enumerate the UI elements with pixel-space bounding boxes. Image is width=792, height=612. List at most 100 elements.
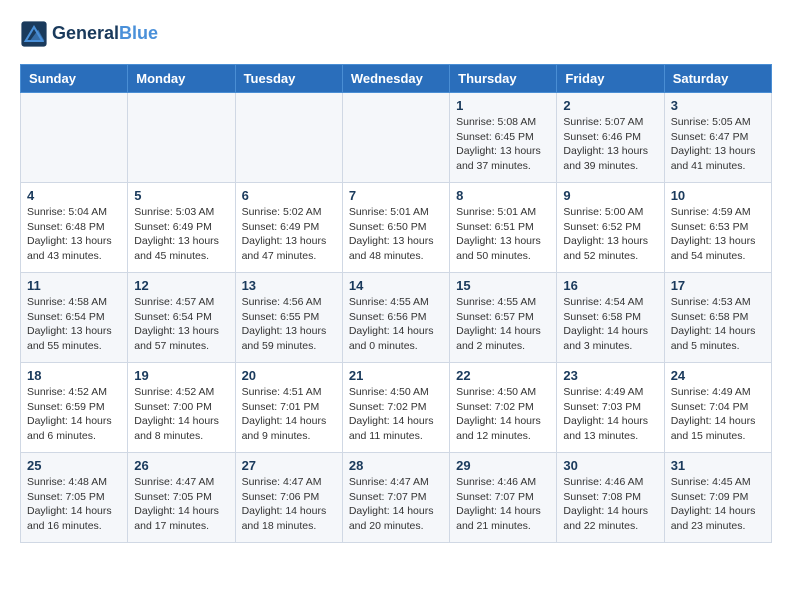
day-number: 26 — [134, 458, 228, 473]
day-of-week-header: Saturday — [664, 65, 771, 93]
calendar-day-cell: 12 Sunrise: 4:57 AM Sunset: 6:54 PM Dayli… — [128, 273, 235, 363]
calendar-day-cell: 9 Sunrise: 5:00 AM Sunset: 6:52 PM Daylig… — [557, 183, 664, 273]
day-of-week-header: Monday — [128, 65, 235, 93]
day-info: Sunrise: 5:00 AM Sunset: 6:52 PM Dayligh… — [563, 205, 657, 264]
calendar-day-cell: 13Sunrise: 4:56 AM Sunset: 6:55 PM Dayli… — [235, 273, 342, 363]
day-info: Sunrise: 5:08 AM Sunset: 6:45 PM Dayligh… — [456, 115, 550, 174]
day-info: Sunrise: 5:07 AM Sunset: 6:46 PM Dayligh… — [563, 115, 657, 174]
calendar-day-cell: 21 Sunrise: 4:50 AM Sunset: 7:02 PM Dayli… — [342, 363, 449, 453]
day-number: 14 — [349, 278, 443, 293]
day-of-week-header: Tuesday — [235, 65, 342, 93]
day-info: Sunrise: 5:05 AM Sunset: 6:47 PM Dayligh… — [671, 115, 765, 174]
day-number: 9 — [563, 188, 657, 203]
day-number: 19 — [134, 368, 228, 383]
day-number: 5 — [134, 188, 228, 203]
calendar-week-row: 11 Sunrise: 4:58 AM Sunset: 6:54 PM Dayli… — [21, 273, 772, 363]
day-number: 15 — [456, 278, 550, 293]
day-info: Sunrise: 4:46 AM Sunset: 7:08 PM Dayligh… — [563, 475, 657, 534]
day-info: Sunrise: 4:57 AM Sunset: 6:54 PM Dayligh… — [134, 295, 228, 354]
calendar-day-cell: 1 Sunrise: 5:08 AM Sunset: 6:45 PM Daylig… — [450, 93, 557, 183]
day-number: 10 — [671, 188, 765, 203]
day-info: Sunrise: 5:04 AM Sunset: 6:48 PM Dayligh… — [27, 205, 121, 264]
day-info: Sunrise: 4:47 AM Sunset: 7:06 PM Dayligh… — [242, 475, 336, 534]
day-number: 24 — [671, 368, 765, 383]
day-number: 29 — [456, 458, 550, 473]
day-of-week-header: Sunday — [21, 65, 128, 93]
calendar-day-cell: 2Sunrise: 5:07 AM Sunset: 6:46 PM Daylig… — [557, 93, 664, 183]
calendar-day-cell: 5 Sunrise: 5:03 AM Sunset: 6:49 PM Daylig… — [128, 183, 235, 273]
calendar-week-row: 1 Sunrise: 5:08 AM Sunset: 6:45 PM Daylig… — [21, 93, 772, 183]
day-info: Sunrise: 5:01 AM Sunset: 6:51 PM Dayligh… — [456, 205, 550, 264]
day-number: 21 — [349, 368, 443, 383]
day-number: 16 — [563, 278, 657, 293]
calendar-day-cell: 28 Sunrise: 4:47 AM Sunset: 7:07 PM Dayli… — [342, 453, 449, 543]
calendar-day-cell: 14Sunrise: 4:55 AM Sunset: 6:56 PM Dayli… — [342, 273, 449, 363]
day-of-week-header: Wednesday — [342, 65, 449, 93]
day-info: Sunrise: 4:47 AM Sunset: 7:07 PM Dayligh… — [349, 475, 443, 534]
day-number: 4 — [27, 188, 121, 203]
day-of-week-header: Thursday — [450, 65, 557, 93]
day-number: 27 — [242, 458, 336, 473]
day-info: Sunrise: 4:59 AM Sunset: 6:53 PM Dayligh… — [671, 205, 765, 264]
day-number: 20 — [242, 368, 336, 383]
day-info: Sunrise: 4:45 AM Sunset: 7:09 PM Dayligh… — [671, 475, 765, 534]
calendar-week-row: 25 Sunrise: 4:48 AM Sunset: 7:05 PM Dayli… — [21, 453, 772, 543]
day-info: Sunrise: 4:52 AM Sunset: 6:59 PM Dayligh… — [27, 385, 121, 444]
calendar-day-cell: 15 Sunrise: 4:55 AM Sunset: 6:57 PM Dayli… — [450, 273, 557, 363]
calendar-day-cell — [128, 93, 235, 183]
calendar-day-cell: 4 Sunrise: 5:04 AM Sunset: 6:48 PM Daylig… — [21, 183, 128, 273]
logo: GeneralBlue — [20, 20, 158, 48]
calendar-day-cell — [21, 93, 128, 183]
day-number: 30 — [563, 458, 657, 473]
calendar-day-cell: 22Sunrise: 4:50 AM Sunset: 7:02 PM Dayli… — [450, 363, 557, 453]
day-number: 31 — [671, 458, 765, 473]
calendar-day-cell: 27 Sunrise: 4:47 AM Sunset: 7:06 PM Dayli… — [235, 453, 342, 543]
day-number: 18 — [27, 368, 121, 383]
calendar-day-cell: 19 Sunrise: 4:52 AM Sunset: 7:00 PM Dayli… — [128, 363, 235, 453]
calendar-day-cell: 30 Sunrise: 4:46 AM Sunset: 7:08 PM Dayli… — [557, 453, 664, 543]
calendar-body: 1 Sunrise: 5:08 AM Sunset: 6:45 PM Daylig… — [21, 93, 772, 543]
day-info: Sunrise: 4:50 AM Sunset: 7:02 PM Dayligh… — [349, 385, 443, 444]
calendar-week-row: 4 Sunrise: 5:04 AM Sunset: 6:48 PM Daylig… — [21, 183, 772, 273]
calendar-day-cell: 8 Sunrise: 5:01 AM Sunset: 6:51 PM Daylig… — [450, 183, 557, 273]
day-info: Sunrise: 4:54 AM Sunset: 6:58 PM Dayligh… — [563, 295, 657, 354]
calendar-day-cell: 29 Sunrise: 4:46 AM Sunset: 7:07 PM Dayli… — [450, 453, 557, 543]
day-number: 11 — [27, 278, 121, 293]
day-number: 1 — [456, 98, 550, 113]
header-row: SundayMondayTuesdayWednesdayThursdayFrid… — [21, 65, 772, 93]
calendar-day-cell: 25 Sunrise: 4:48 AM Sunset: 7:05 PM Dayli… — [21, 453, 128, 543]
calendar-day-cell: 24 Sunrise: 4:49 AM Sunset: 7:04 PM Dayli… — [664, 363, 771, 453]
calendar-header: SundayMondayTuesdayWednesdayThursdayFrid… — [21, 65, 772, 93]
calendar-day-cell: 31 Sunrise: 4:45 AM Sunset: 7:09 PM Dayli… — [664, 453, 771, 543]
calendar-day-cell: 18 Sunrise: 4:52 AM Sunset: 6:59 PM Dayli… — [21, 363, 128, 453]
day-number: 13 — [242, 278, 336, 293]
page-header: GeneralBlue — [20, 20, 772, 48]
day-number: 22 — [456, 368, 550, 383]
day-info: Sunrise: 4:49 AM Sunset: 7:04 PM Dayligh… — [671, 385, 765, 444]
day-number: 23 — [563, 368, 657, 383]
day-info: Sunrise: 4:58 AM Sunset: 6:54 PM Dayligh… — [27, 295, 121, 354]
calendar-day-cell: 7Sunrise: 5:01 AM Sunset: 6:50 PM Daylig… — [342, 183, 449, 273]
day-number: 28 — [349, 458, 443, 473]
day-number: 12 — [134, 278, 228, 293]
day-info: Sunrise: 5:02 AM Sunset: 6:49 PM Dayligh… — [242, 205, 336, 264]
day-number: 25 — [27, 458, 121, 473]
day-number: 6 — [242, 188, 336, 203]
calendar-day-cell: 26Sunrise: 4:47 AM Sunset: 7:05 PM Dayli… — [128, 453, 235, 543]
calendar-day-cell: 3 Sunrise: 5:05 AM Sunset: 6:47 PM Daylig… — [664, 93, 771, 183]
calendar-day-cell: 23 Sunrise: 4:49 AM Sunset: 7:03 PM Dayli… — [557, 363, 664, 453]
logo-text: GeneralBlue — [52, 24, 158, 44]
day-info: Sunrise: 4:48 AM Sunset: 7:05 PM Dayligh… — [27, 475, 121, 534]
day-info: Sunrise: 4:51 AM Sunset: 7:01 PM Dayligh… — [242, 385, 336, 444]
day-info: Sunrise: 4:52 AM Sunset: 7:00 PM Dayligh… — [134, 385, 228, 444]
calendar-day-cell: 20 Sunrise: 4:51 AM Sunset: 7:01 PM Dayli… — [235, 363, 342, 453]
day-info: Sunrise: 4:46 AM Sunset: 7:07 PM Dayligh… — [456, 475, 550, 534]
day-info: Sunrise: 4:53 AM Sunset: 6:58 PM Dayligh… — [671, 295, 765, 354]
day-info: Sunrise: 4:49 AM Sunset: 7:03 PM Dayligh… — [563, 385, 657, 444]
day-number: 3 — [671, 98, 765, 113]
calendar-week-row: 18 Sunrise: 4:52 AM Sunset: 6:59 PM Dayli… — [21, 363, 772, 453]
day-info: Sunrise: 5:03 AM Sunset: 6:49 PM Dayligh… — [134, 205, 228, 264]
day-number: 8 — [456, 188, 550, 203]
day-number: 7 — [349, 188, 443, 203]
day-info: Sunrise: 4:55 AM Sunset: 6:57 PM Dayligh… — [456, 295, 550, 354]
